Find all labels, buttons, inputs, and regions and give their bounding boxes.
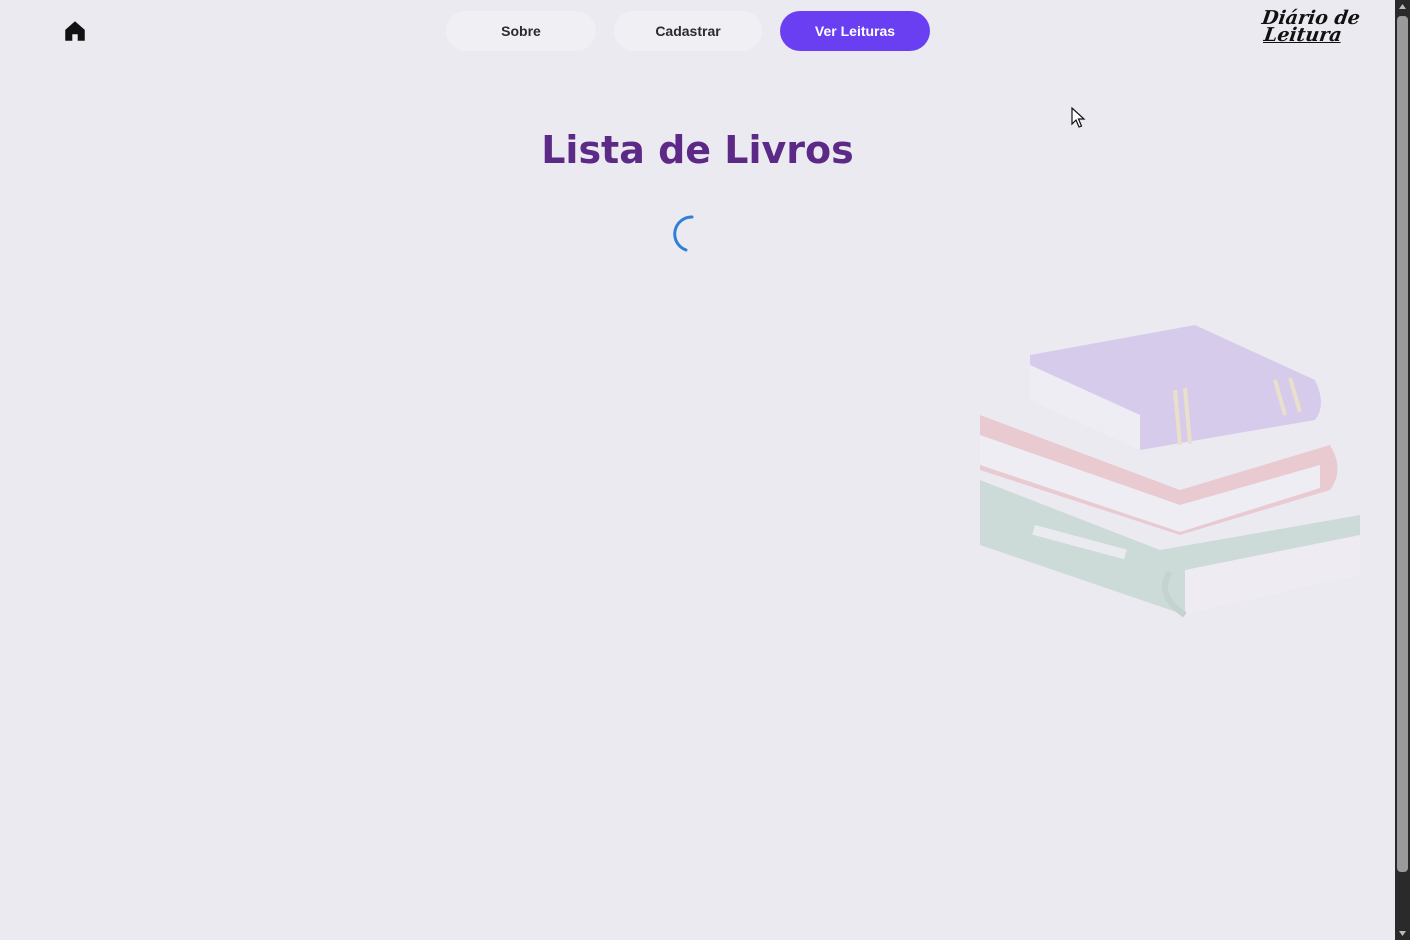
home-icon[interactable] [62,18,88,44]
page-title: Lista de Livros [541,128,854,172]
books-illustration-icon [980,325,1360,618]
mouse-cursor-icon [1071,107,1086,128]
nav-cadastrar-button[interactable]: Cadastrar [614,11,762,51]
nav-sobre-button[interactable]: Sobre [446,11,596,51]
page: Sobre Cadastrar Ver Leituras Diário de L… [0,0,1395,940]
scrollbar-thumb[interactable] [1397,16,1408,872]
app-logo[interactable]: Diário de Leitura [1261,7,1362,50]
nav-ver-leituras-button[interactable]: Ver Leituras [780,11,930,51]
vertical-scrollbar[interactable] [1395,0,1410,940]
scroll-up-arrow-icon[interactable] [1395,0,1410,14]
loading-spinner-icon [673,215,694,252]
top-navbar: Sobre Cadastrar Ver Leituras Diário de L… [0,0,1395,62]
nav-menu: Sobre Cadastrar Ver Leituras [446,11,930,51]
scroll-down-arrow-icon[interactable] [1395,926,1410,940]
logo-line-2: Leitura [1262,24,1344,46]
